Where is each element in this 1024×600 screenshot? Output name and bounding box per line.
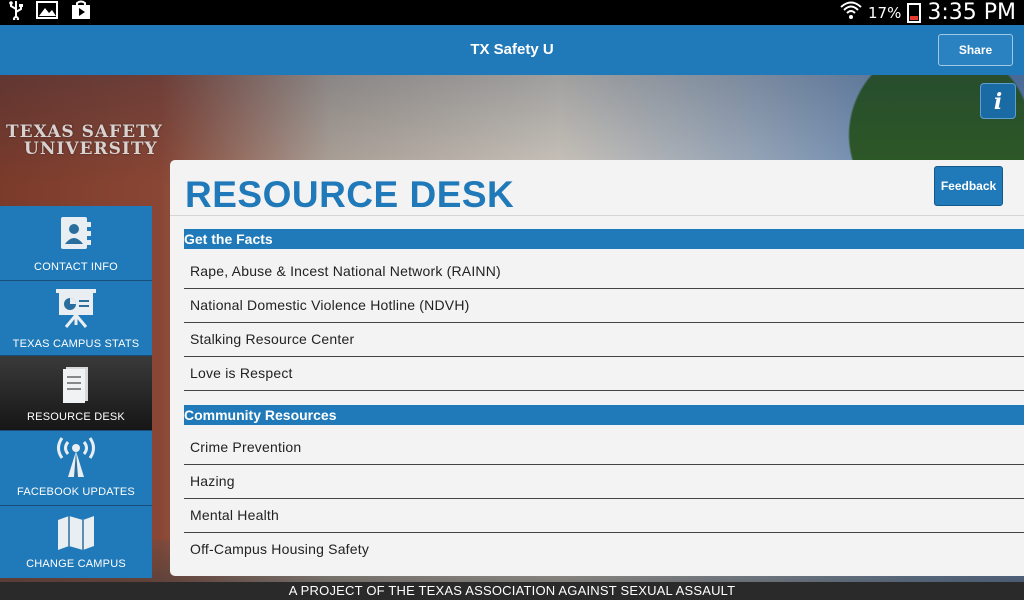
nav-label: TEXAS CAMPUS STATS [12, 338, 140, 350]
resource-desk-panel: RESOURCE DESK Feedback Get the Facts Rap… [170, 160, 1024, 576]
play-store-icon [70, 0, 92, 25]
system-icons: 17% 3:35 PM [840, 0, 1016, 25]
list-item[interactable]: Stalking Resource Center [184, 323, 1024, 357]
university-logo: TEXAS SAFETY UNIVERSITY [6, 124, 166, 158]
list-item[interactable]: National Domestic Violence Hotline (NDVH… [184, 289, 1024, 323]
app-title: TX Safety U [470, 41, 554, 58]
nav-contact-info[interactable]: CONTACT INFO [0, 206, 152, 281]
contact-book-icon [58, 214, 94, 254]
list-item[interactable]: Love is Respect [184, 357, 1024, 391]
document-icon [58, 364, 94, 404]
section-header-community-resources: Community Resources [184, 405, 1024, 425]
nav-label: FACEBOOK UPDATES [17, 486, 135, 498]
feedback-button[interactable]: Feedback [934, 166, 1003, 206]
list-item[interactable]: Rape, Abuse & Incest National Network (R… [184, 255, 1024, 289]
nav-texas-campus-stats[interactable]: TEXAS CAMPUS STATS [0, 281, 152, 356]
list-item[interactable]: Mental Health [184, 499, 1024, 533]
clock: 3:35 PM [927, 0, 1016, 25]
nav-label: CHANGE CAMPUS [26, 558, 126, 570]
nav-facebook-updates[interactable]: FACEBOOK UPDATES [0, 431, 152, 506]
map-icon [56, 514, 96, 554]
nav-resource-desk[interactable]: RESOURCE DESK [0, 356, 152, 431]
brand-line-2: UNIVERSITY [24, 139, 158, 159]
wifi-icon [840, 0, 862, 25]
status-bar: 17% 3:35 PM [0, 0, 1024, 25]
section-header-get-the-facts: Get the Facts [184, 229, 1024, 249]
presentation-board-icon [54, 287, 98, 328]
divider [170, 215, 1024, 216]
nav-label: RESOURCE DESK [27, 411, 125, 423]
notification-icons [8, 0, 92, 25]
usb-icon [8, 0, 24, 25]
page-title: RESOURCE DESK [185, 174, 515, 215]
side-navigation: CONTACT INFO TEXAS CAMPUS STATS RESOURCE… [0, 206, 152, 578]
list-item[interactable]: Off-Campus Housing Safety [184, 533, 1024, 576]
footer-credit: A PROJECT OF THE TEXAS ASSOCIATION AGAIN… [0, 582, 1024, 600]
list-item[interactable]: Hazing [184, 465, 1024, 499]
section-header-label: Community Resources [184, 407, 337, 423]
nav-change-campus[interactable]: CHANGE CAMPUS [0, 506, 152, 578]
app-bar: TX Safety U Share [0, 25, 1024, 75]
broadcast-tower-icon [52, 437, 100, 477]
section-header-label: Get the Facts [184, 231, 273, 247]
battery-icon [907, 2, 922, 23]
image-icon [36, 1, 58, 24]
share-button[interactable]: Share [938, 34, 1013, 66]
list-item[interactable]: Crime Prevention [184, 431, 1024, 465]
battery-percent: 17% [868, 3, 902, 22]
info-icon[interactable]: i [980, 83, 1016, 119]
nav-label: CONTACT INFO [34, 261, 118, 273]
